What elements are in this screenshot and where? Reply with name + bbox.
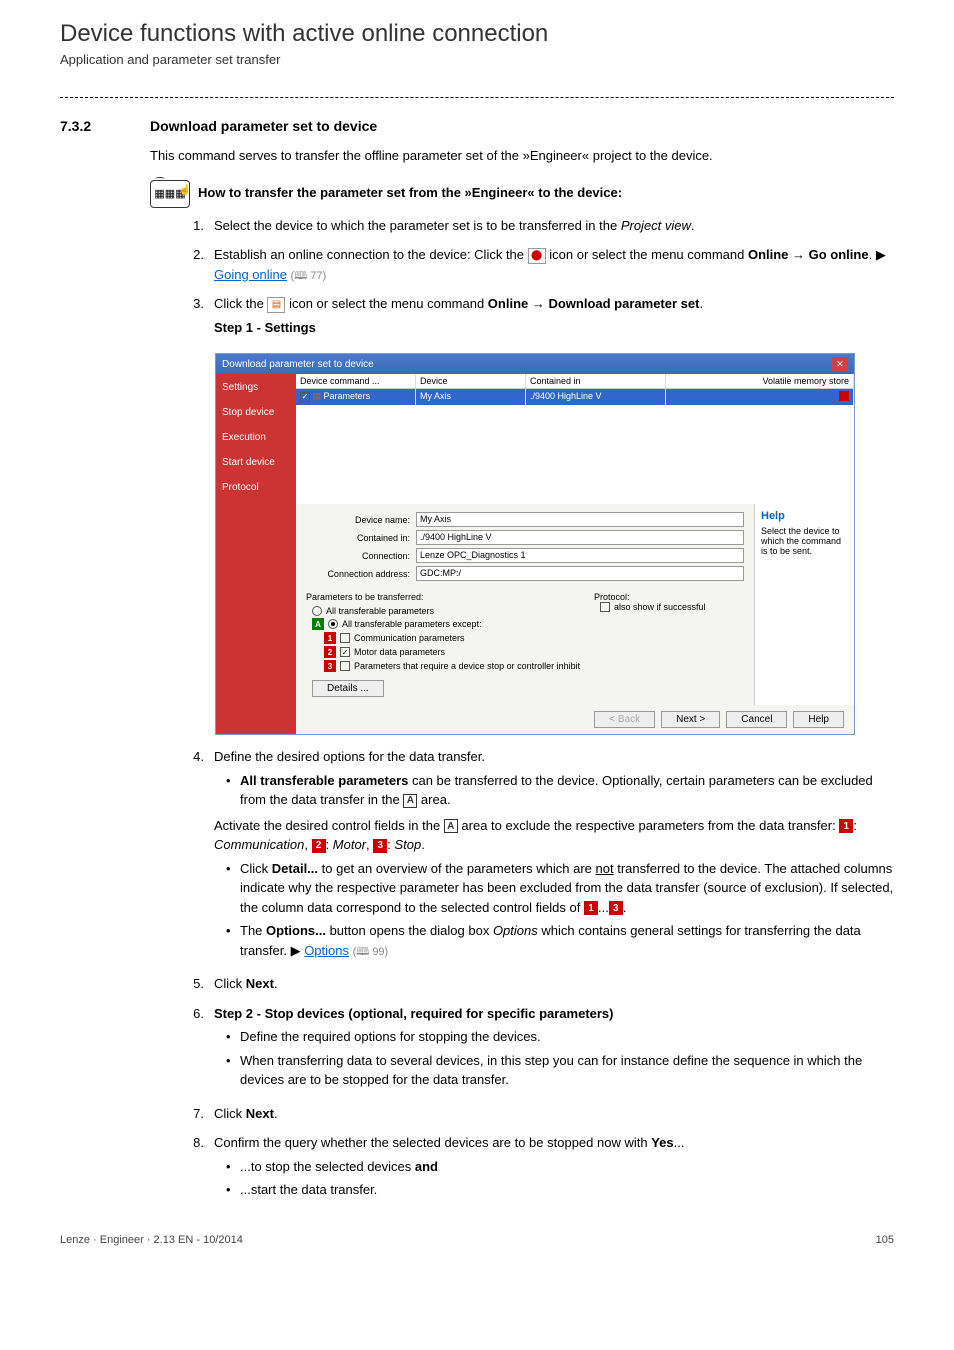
divider [60, 97, 894, 98]
help-button[interactable]: Help [793, 711, 844, 728]
page-footer: Lenze · Engineer · 2.13 EN - 10/2014 105 [60, 1234, 894, 1246]
step-8: 8. Confirm the query whether the selecte… [190, 1133, 894, 1204]
radio-all[interactable]: All transferable parameters [312, 606, 594, 616]
howto-title: How to transfer the parameter set from t… [198, 180, 622, 200]
wizard-buttons: < Back Next > Cancel Help [296, 705, 854, 734]
step-list: 1. Select the device to which the parame… [190, 216, 894, 344]
step-list-cont: 4. Define the desired options for the da… [190, 747, 894, 1204]
back-button: < Back [594, 711, 655, 728]
next-button[interactable]: Next > [661, 711, 720, 728]
connection-field[interactable]: Lenze OPC_Diagnostics 1 [416, 548, 744, 563]
form-area: Device name:My Axis Contained in:./9400 … [296, 504, 754, 705]
radio-except[interactable]: AAll transferable parameters except: [312, 618, 594, 630]
wizard-sidebar: Settings Stop device Execution Start dev… [216, 374, 296, 734]
help-title: Help [761, 510, 848, 522]
marker-3: 3 [373, 839, 387, 853]
letter-a-marker: A [403, 794, 417, 808]
step-3: 3. Click the ▤ icon or select the menu c… [190, 294, 894, 343]
sidebar-protocol[interactable]: Protocol [222, 482, 290, 493]
sidebar-execution[interactable]: Execution [222, 432, 290, 443]
dialog-screenshot: Download parameter set to device ✕ Setti… [215, 353, 855, 735]
sidebar-settings[interactable]: Settings [222, 382, 290, 393]
marker-1: 1 [839, 819, 853, 833]
go-online-icon: ⬤ [528, 248, 546, 264]
device-name-field[interactable]: My Axis [416, 512, 744, 527]
sidebar-start[interactable]: Start device [222, 457, 290, 468]
check-show-success[interactable]: also show if successful [600, 602, 744, 612]
chapter-subtitle: Application and parameter set transfer [60, 52, 894, 67]
device-table-header: Device command ... Device Contained in V… [296, 374, 854, 389]
section-number: 7.3.2 [60, 118, 150, 134]
marker-1b: 1 [584, 901, 598, 915]
section-title: Download parameter set to device [150, 118, 377, 134]
section-heading: 7.3.2 Download parameter set to device [60, 118, 894, 134]
options-link[interactable]: Options [304, 943, 349, 958]
dialog-title: Download parameter set to device [222, 359, 374, 370]
step-6: 6. Step 2 - Stop devices (optional, requ… [190, 1004, 894, 1094]
going-online-link[interactable]: Going online [214, 267, 287, 282]
page-ref-99: (🕮 99) [353, 946, 389, 958]
footer-left: Lenze · Engineer · 2.13 EN - 10/2014 [60, 1234, 243, 1246]
connection-addr-field[interactable]: GDC:MP:/ [416, 566, 744, 581]
help-text: Select the device to which the command i… [761, 526, 848, 556]
close-icon[interactable]: ✕ [832, 357, 848, 371]
check-comm[interactable]: 1Communication parameters [324, 632, 594, 644]
protocol-label: Protocol: [594, 592, 744, 602]
step1-heading: Step 1 - Settings [214, 318, 894, 338]
dialog-titlebar: Download parameter set to device ✕ [216, 354, 854, 374]
cancel-button[interactable]: Cancel [726, 711, 787, 728]
step-5: 5. Click Next. [190, 974, 894, 994]
chapter-title: Device functions with active online conn… [60, 20, 894, 48]
download-param-icon: ▤ [267, 297, 285, 313]
page-ref: (🕮 77) [291, 270, 327, 282]
params-label: Parameters to be transferred: [306, 592, 594, 602]
sidebar-stop[interactable]: Stop device [222, 407, 290, 418]
row-checkbox[interactable]: ✓ [300, 392, 310, 402]
step-4: 4. Define the desired options for the da… [190, 747, 894, 964]
step-2: 2. Establish an online connection to the… [190, 245, 894, 284]
step-7: 7. Click Next. [190, 1104, 894, 1124]
help-panel: Help Select the device to which the comm… [754, 504, 854, 705]
check-motor[interactable]: 2✓Motor data parameters [324, 646, 594, 658]
page-header: Device functions with active online conn… [60, 20, 894, 67]
device-table-row[interactable]: ✓ ▤ Parameters My Axis ./9400 HighLine V [296, 389, 854, 405]
contained-in-field[interactable]: ./9400 HighLine V [416, 530, 744, 545]
marker-2: 2 [312, 839, 326, 853]
check-stop[interactable]: 3Parameters that require a device stop o… [324, 660, 594, 672]
volatile-icon [839, 391, 849, 401]
step-1: 1. Select the device to which the parame… [190, 216, 894, 236]
howto-row: ▦▦▦☝ How to transfer the parameter set f… [150, 180, 894, 208]
param-icon: ▤ [313, 391, 322, 401]
details-button[interactable]: Details ... [312, 680, 384, 697]
marker-3b: 3 [609, 901, 623, 915]
procedure-icon: ▦▦▦☝ [150, 180, 190, 208]
intro-paragraph: This command serves to transfer the offl… [150, 146, 894, 166]
footer-page-number: 105 [876, 1234, 894, 1246]
letter-a-marker-2: A [444, 819, 458, 833]
